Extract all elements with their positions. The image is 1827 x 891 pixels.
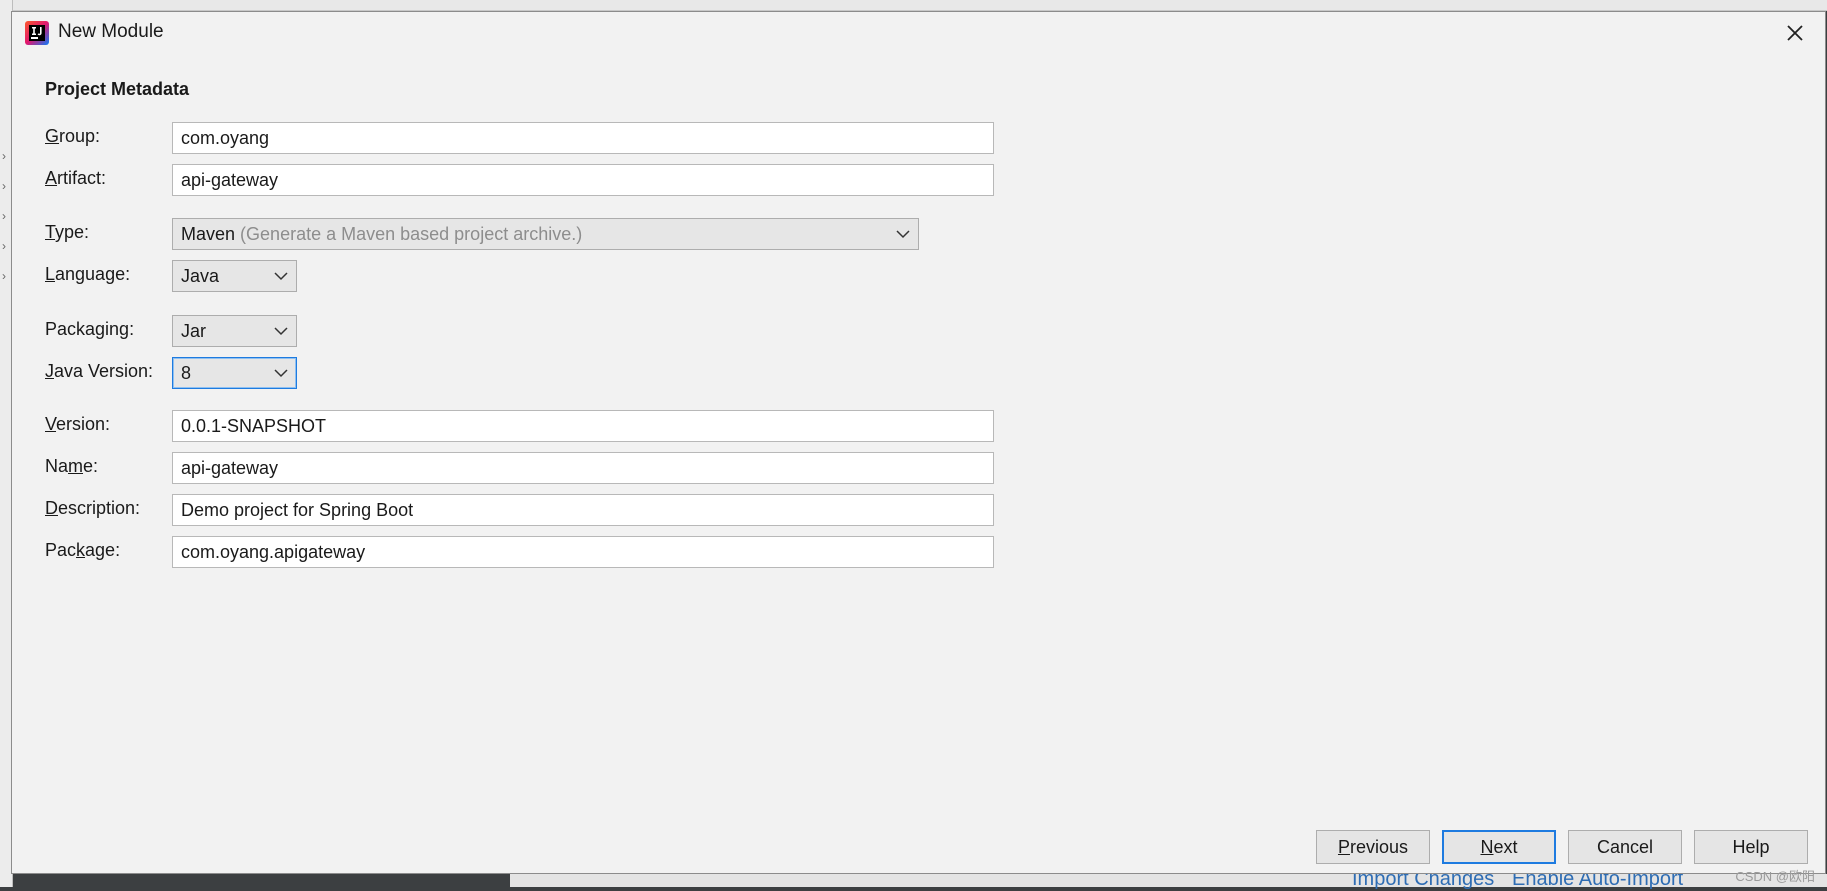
chevron-down-icon — [274, 272, 288, 281]
java-version-label: Java Version: — [45, 361, 154, 381]
close-icon — [1787, 25, 1803, 41]
group-input[interactable] — [172, 122, 994, 154]
intellij-app-icon — [25, 21, 49, 45]
chevron-down-icon — [274, 327, 288, 336]
java-version-select[interactable]: 8 — [172, 357, 297, 389]
description-label: Description: — [45, 498, 141, 518]
close-button[interactable] — [1775, 15, 1815, 51]
next-button[interactable]: Next — [1442, 830, 1556, 864]
chevron-right-icon: › — [2, 209, 6, 223]
package-label: Package: — [45, 540, 121, 560]
help-button[interactable]: Help — [1694, 830, 1808, 864]
chevron-right-icon: › — [2, 179, 6, 193]
artifact-label: Artifact: — [45, 168, 107, 188]
language-select-value: Java — [181, 266, 220, 286]
chevron-down-icon — [896, 230, 910, 239]
previous-button[interactable]: Previous — [1316, 830, 1430, 864]
name-label: Name: — [45, 456, 99, 476]
ide-toolbar-background — [0, 0, 1827, 11]
package-input[interactable] — [172, 536, 994, 568]
cancel-button[interactable]: Cancel — [1568, 830, 1682, 864]
packaging-select-value: Jar — [181, 321, 207, 341]
type-select[interactable]: Maven (Generate a Maven based project ar… — [172, 218, 919, 250]
chevron-down-icon — [274, 369, 288, 378]
description-input[interactable] — [172, 494, 994, 526]
type-label: Type: — [45, 222, 90, 242]
name-input[interactable] — [172, 452, 994, 484]
group-label: Group: — [45, 126, 101, 146]
version-label: Version: — [45, 414, 111, 434]
chevron-right-icon: › — [2, 239, 6, 253]
type-select-hint: (Generate a Maven based project archive.… — [240, 224, 583, 244]
artifact-input[interactable] — [172, 164, 994, 196]
dialog-title: New Module — [58, 21, 164, 42]
type-select-value: Maven — [181, 224, 236, 244]
section-title: Project Metadata — [45, 79, 190, 99]
ide-notification-bar: Import Changes Enable Auto-Import — [510, 868, 1827, 890]
packaging-label: Packaging: — [45, 319, 135, 339]
version-input[interactable] — [172, 410, 994, 442]
chevron-right-icon: › — [2, 149, 6, 163]
language-label: Language: — [45, 264, 131, 284]
language-select[interactable]: Java — [172, 260, 297, 292]
packaging-select[interactable]: Jar — [172, 315, 297, 347]
java-version-select-value: 8 — [181, 363, 192, 383]
new-module-dialog: New Module Project Metadata Group: Artif… — [11, 11, 1826, 874]
watermark: CSDN @欧阳 — [1735, 869, 1815, 884]
dialog-titlebar: New Module — [12, 12, 1825, 54]
chevron-right-icon: › — [2, 269, 6, 283]
